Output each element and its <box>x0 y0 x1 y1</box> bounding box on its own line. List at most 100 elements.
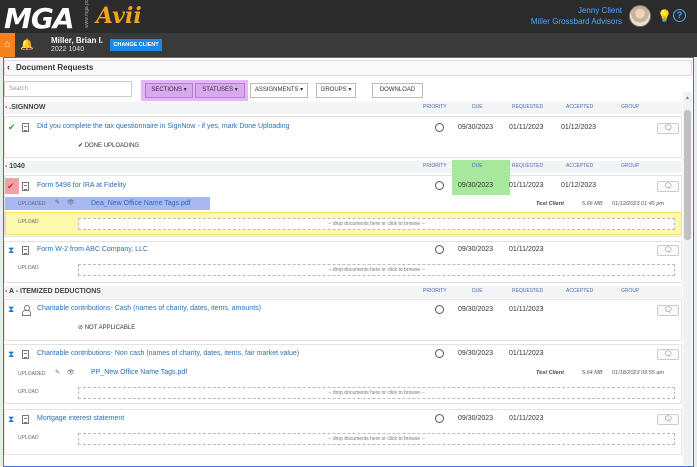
file-link[interactable]: PP_New Office Name Tags.pdf <box>91 369 187 376</box>
request-title[interactable]: Did you complete the tax questionnaire i… <box>37 123 290 130</box>
status-badge: ✔ DONE UPLOADING <box>78 143 140 149</box>
priority-toggle[interactable] <box>435 123 444 132</box>
column-requested: REQUESTED <box>512 288 544 294</box>
status-badge: ⊘ NOT APPLICABLE <box>78 325 136 331</box>
comment-icon[interactable]: 🗨 <box>657 181 679 192</box>
eye-icon[interactable]: 👁 <box>67 199 75 206</box>
document-icon <box>22 246 29 255</box>
comment-icon[interactable]: 🗨 <box>657 245 679 256</box>
section-title[interactable]: - A - ITEMIZED DEDUCTIONS <box>5 288 101 295</box>
requested-date: 01/11/2023 <box>509 246 544 253</box>
requested-date: 01/11/2023 <box>509 306 544 313</box>
requested-date: 01/11/2023 <box>509 182 544 189</box>
priority-toggle[interactable] <box>435 414 444 423</box>
comment-icon[interactable]: 🗨 <box>657 123 679 134</box>
groups-button[interactable]: GROUPS ▾ <box>316 83 356 98</box>
client-year: 2022 1040 <box>51 46 85 53</box>
eye-icon[interactable]: 👁 <box>67 369 75 376</box>
column-due: DUE <box>472 163 483 169</box>
column-group: GROUP <box>621 104 640 110</box>
chevron-left-icon[interactable]: ‹ <box>7 62 10 72</box>
column-accepted: ACCEPTED <box>566 104 594 110</box>
column-accepted: ACCEPTED <box>566 163 594 169</box>
column-group: GROUP <box>621 163 640 169</box>
column-accepted: ACCEPTED <box>566 288 594 294</box>
uploader-name: Test Client <box>536 370 564 376</box>
file-size: 5.66 MB <box>582 201 603 207</box>
file-date: 01/18/2023 09:55 am <box>612 370 664 376</box>
person-icon <box>22 305 31 316</box>
document-icon <box>22 350 29 359</box>
due-date: 09/30/2023 <box>458 415 494 422</box>
file-drop-zone[interactable]: -- drop documents here or click to brows… <box>78 433 675 445</box>
comment-icon[interactable]: 🗨 <box>657 414 679 425</box>
page-title-bar <box>4 60 692 76</box>
hourglass-icon: ⧗ <box>8 245 15 255</box>
column-group: GROUP <box>621 288 640 294</box>
file-drop-zone[interactable]: -- drop documents here or click to brows… <box>78 387 675 399</box>
edit-icon[interactable]: ✎ <box>55 199 60 206</box>
comment-icon[interactable]: 🗨 <box>657 349 679 360</box>
request-title[interactable]: Form W-2 from ABC Company, LLC <box>37 246 148 253</box>
uploaded-label: UPLOADED <box>18 371 46 377</box>
logo[interactable]: MGA <box>4 2 75 35</box>
requested-date: 01/11/2023 <box>509 350 544 357</box>
upload-label: UPLOAD <box>18 389 39 395</box>
file-drop-zone[interactable]: -- drop documents here or click to brows… <box>78 218 675 230</box>
document-icon <box>22 415 29 424</box>
due-date: 09/30/2023 <box>458 306 494 313</box>
sections-button[interactable]: SECTIONS ▾ <box>145 83 193 98</box>
column-priority: PRIORITY <box>423 288 447 294</box>
priority-toggle[interactable] <box>435 349 444 358</box>
home-icon[interactable]: ⌂ <box>0 33 15 57</box>
due-date: 09/30/2023 <box>458 246 494 253</box>
priority-toggle[interactable] <box>435 305 444 314</box>
priority-toggle[interactable] <box>435 181 444 190</box>
help-icon[interactable]: ? <box>673 9 686 22</box>
request-title[interactable]: Charitable contributions- Non cash (name… <box>37 350 299 357</box>
statuses-button[interactable]: STATUSES ▾ <box>195 83 245 98</box>
column-priority: PRIORITY <box>423 163 447 169</box>
assignments-button[interactable]: ASSIGNMENTS ▾ <box>250 83 308 98</box>
file-size: 5.64 MB <box>582 370 603 376</box>
bell-icon[interactable]: 🔔 <box>20 38 34 51</box>
request-title[interactable]: Mortgage interest statement <box>37 415 124 422</box>
lightbulb-icon[interactable]: 💡 <box>657 9 672 23</box>
column-due: DUE <box>472 104 483 110</box>
file-drop-zone[interactable]: -- drop documents here or click to brows… <box>78 264 675 276</box>
due-date: 09/30/2023 <box>458 350 494 357</box>
request-title[interactable]: Form 5498 for IRA at Fidelity <box>37 182 126 189</box>
column-requested: REQUESTED <box>512 163 544 169</box>
column-priority: PRIORITY <box>423 104 447 110</box>
uploaded-label: UPLOADED <box>18 201 46 207</box>
client-bar <box>0 33 697 57</box>
user-name[interactable]: Jenny Client <box>578 6 622 15</box>
file-date: 01/12/2023 01:45 pm <box>612 201 664 207</box>
search-input[interactable]: Search <box>4 81 132 97</box>
priority-toggle[interactable] <box>435 245 444 254</box>
scroll-up-icon[interactable]: ▲ <box>685 95 690 101</box>
scrollbar-thumb[interactable] <box>684 110 691 240</box>
upload-label: UPLOAD <box>18 219 39 225</box>
accepted-date: 01/12/2023 <box>561 182 597 189</box>
uploader-name: Test Client <box>536 201 564 207</box>
avatar[interactable] <box>629 5 651 27</box>
comment-icon[interactable]: 🗨 <box>657 305 679 316</box>
product-logo[interactable]: Avii <box>96 3 142 29</box>
due-date: 09/30/2023 <box>458 124 494 131</box>
hourglass-icon: ⧗ <box>8 304 15 314</box>
download-button[interactable]: DOWNLOAD <box>372 83 423 98</box>
request-title[interactable]: Charitable contributions- Cash (names of… <box>37 305 261 312</box>
hourglass-icon: ⧗ <box>8 349 15 359</box>
change-client-button[interactable]: CHANGE CLIENT <box>110 39 162 51</box>
logo-subtext: www.mga.pc <box>84 0 90 28</box>
upload-label: UPLOAD <box>18 435 39 441</box>
section-title[interactable]: - .SIGNNOW <box>5 104 45 111</box>
due-date: 09/30/2023 <box>458 182 494 189</box>
check-icon: ✔ <box>8 122 16 132</box>
page-title: Document Requests <box>16 63 94 72</box>
section-title[interactable]: - 1040 <box>5 163 25 170</box>
edit-icon[interactable]: ✎ <box>55 369 60 376</box>
file-link[interactable]: Dea_New Office Name Tags.pdf <box>91 200 191 207</box>
user-firm: Miller Grossbard Advisors <box>530 17 622 26</box>
